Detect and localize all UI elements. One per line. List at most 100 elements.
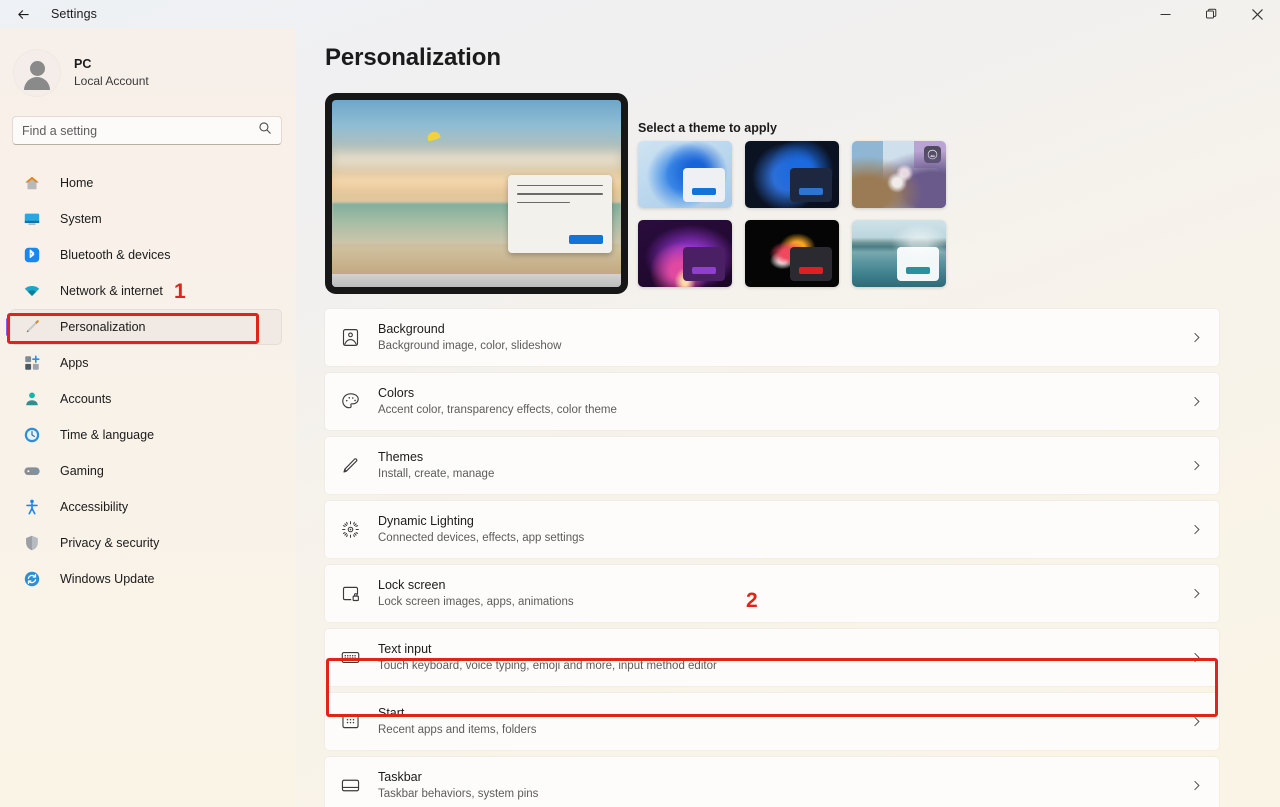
spotlight-icon: [924, 146, 941, 163]
title-bar: Settings: [0, 0, 1280, 28]
main-content: Personalization Select a theme to apply …: [296, 28, 1280, 807]
sidebar-item-label: Network & internet: [60, 284, 163, 298]
row-subtitle: Lock screen images, apps, animations: [378, 596, 574, 609]
row-dynamic-lighting[interactable]: Dynamic Lighting Connected devices, effec…: [325, 501, 1219, 558]
row-subtitle: Install, create, manage: [378, 468, 495, 481]
palette-icon: [338, 390, 362, 414]
dynamic-lighting-icon: [338, 518, 362, 542]
app-title: Settings: [51, 7, 97, 21]
sidebar-item-label: Home: [60, 176, 94, 190]
row-start[interactable]: Start Recent apps and items, folders: [325, 693, 1219, 750]
lock-screen-icon: [338, 582, 362, 606]
sidebar-item-label: Accounts: [60, 392, 112, 406]
row-title: Lock screen: [378, 577, 446, 592]
account-type: Local Account: [74, 73, 149, 88]
system-icon: [22, 209, 42, 229]
theme-thumbnail-glow-theme[interactable]: [638, 220, 732, 287]
sidebar-item-label: Bluetooth & devices: [60, 248, 171, 262]
theme-thumbnail-flow-theme[interactable]: [745, 220, 839, 287]
theme-window-preview: [790, 247, 832, 281]
sidebar-item-privacy-security[interactable]: Privacy & security: [10, 525, 282, 561]
row-title: Themes: [378, 449, 424, 464]
row-background[interactable]: Background Background image, color, slide…: [325, 309, 1219, 366]
sidebar-item-label: Personalization: [60, 320, 146, 334]
preview-taskbar: [332, 274, 621, 287]
row-text: Lock screen Lock screen images, apps, ani…: [378, 577, 1190, 610]
theme-grid: [638, 115, 946, 287]
sidebar-item-gaming[interactable]: Gaming: [10, 453, 282, 489]
sidebar-nav: Home System Bluetooth & devices Network & i…: [0, 165, 296, 597]
settings-window: Settings PC Local Account Find a setting…: [0, 0, 1280, 807]
sidebar-item-label: Privacy & security: [60, 536, 160, 550]
theme-accent-swatch: [906, 267, 930, 274]
theme-thumbnail-windows-light-theme[interactable]: [638, 141, 732, 208]
theme-accent-swatch: [799, 188, 823, 195]
chevron-right-icon[interactable]: [1190, 651, 1203, 664]
user-avatar-icon: [14, 50, 60, 96]
maximize-icon[interactable]: [1188, 0, 1234, 28]
row-subtitle: Background image, color, slideshow: [378, 340, 562, 353]
close-icon[interactable]: [1234, 0, 1280, 28]
sidebar-item-label: Gaming: [60, 464, 104, 478]
sidebar-item-accounts[interactable]: Accounts: [10, 381, 282, 417]
minimize-icon[interactable]: [1142, 0, 1188, 28]
sidebar-item-windows-update[interactable]: Windows Update: [10, 561, 282, 597]
theme-accent-swatch: [692, 188, 716, 195]
chevron-right-icon[interactable]: [1190, 523, 1203, 536]
row-themes[interactable]: Themes Install, create, manage: [325, 437, 1219, 494]
back-arrow-icon[interactable]: [6, 0, 40, 28]
bluetooth-icon: [22, 245, 42, 265]
sidebar-item-home[interactable]: Home: [10, 165, 282, 201]
account-block[interactable]: PC Local Account: [0, 40, 296, 102]
sidebar-item-system[interactable]: System: [10, 201, 282, 237]
row-title: Start: [378, 705, 405, 720]
sidebar-item-apps[interactable]: Apps: [10, 345, 282, 381]
account-text: PC Local Account: [74, 57, 149, 89]
row-lock-screen[interactable]: Lock screen Lock screen images, apps, ani…: [325, 565, 1219, 622]
sidebar-item-label: Apps: [60, 356, 89, 370]
row-text-input[interactable]: Text input Touch keyboard, voice typing, …: [325, 629, 1219, 686]
sidebar-item-label: System: [60, 212, 102, 226]
sidebar-item-label: Time & language: [60, 428, 155, 442]
row-text: Start Recent apps and items, folders: [378, 705, 1190, 738]
preview-screen: [332, 100, 621, 287]
chevron-right-icon[interactable]: [1190, 331, 1203, 344]
row-text: Colors Accent color, transparency effects…: [378, 385, 1190, 418]
row-title: Text input: [378, 641, 432, 656]
chevron-right-icon[interactable]: [1190, 395, 1203, 408]
chevron-right-icon[interactable]: [1190, 459, 1203, 472]
search-input[interactable]: [22, 117, 258, 144]
sidebar: PC Local Account Home System Bluetooth & d…: [0, 28, 296, 807]
sidebar-item-accessibility[interactable]: Accessibility: [10, 489, 282, 525]
theme-preview-monitor: [325, 93, 628, 294]
theme-thumbnail-captured-motion-theme[interactable]: [852, 220, 946, 287]
chevron-right-icon[interactable]: [1190, 779, 1203, 792]
network-icon: [22, 281, 42, 301]
theme-window-preview: [683, 168, 725, 202]
row-taskbar[interactable]: Taskbar Taskbar behaviors, system pins: [325, 757, 1219, 807]
theme-thumbnail-windows-spotlight-theme[interactable]: [852, 141, 946, 208]
sidebar-item-personalization[interactable]: Personalization: [6, 309, 282, 345]
row-subtitle: Touch keyboard, voice typing, emoji and …: [378, 660, 717, 673]
theme-thumbnail-windows-dark-theme[interactable]: [745, 141, 839, 208]
gaming-controller-icon: [22, 461, 42, 481]
row-text: Taskbar Taskbar behaviors, system pins: [378, 769, 1190, 802]
row-text: Text input Touch keyboard, voice typing, …: [378, 641, 1190, 674]
windows-update-icon: [22, 569, 42, 589]
shield-icon: [22, 533, 42, 553]
sidebar-item-network-internet[interactable]: Network & internet: [10, 273, 282, 309]
start-menu-icon: [338, 710, 362, 734]
chevron-right-icon[interactable]: [1190, 587, 1203, 600]
time-language-icon: [22, 425, 42, 445]
taskbar-icon: [338, 774, 362, 798]
row-colors[interactable]: Colors Accent color, transparency effects…: [325, 373, 1219, 430]
home-icon: [22, 173, 42, 193]
sidebar-item-time-language[interactable]: Time & language: [10, 417, 282, 453]
accessibility-icon: [22, 497, 42, 517]
search-box[interactable]: [12, 116, 282, 145]
row-title: Taskbar: [378, 769, 422, 784]
chevron-right-icon[interactable]: [1190, 715, 1203, 728]
page-title: Personalization: [325, 44, 501, 71]
row-text: Background Background image, color, slide…: [378, 321, 1190, 354]
sidebar-item-bluetooth-devices[interactable]: Bluetooth & devices: [10, 237, 282, 273]
